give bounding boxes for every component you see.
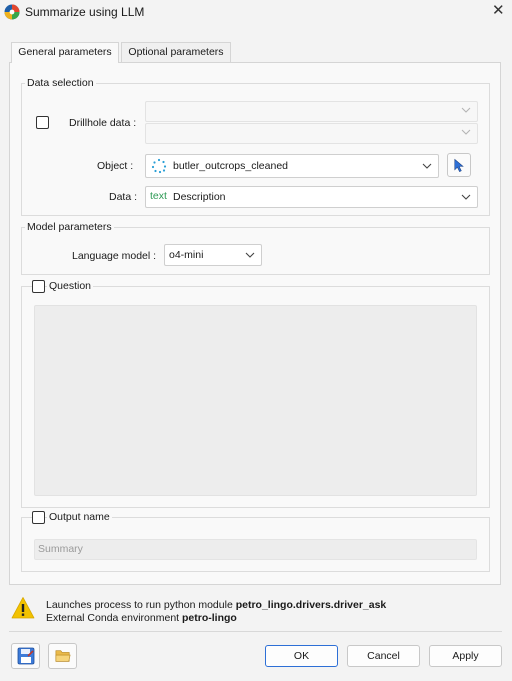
close-icon[interactable]: ✕ [492, 3, 505, 19]
language-model-label: Language model : [72, 250, 157, 262]
question-group: Question [21, 280, 490, 508]
chevron-down-icon [461, 129, 471, 135]
output-name-checkbox[interactable] [32, 511, 45, 524]
object-label: Object : [97, 160, 134, 172]
drillhole-select-1[interactable] [145, 101, 478, 122]
open-folder-button[interactable] [48, 643, 77, 669]
apply-button[interactable]: Apply [429, 645, 502, 667]
output-name-input[interactable]: Summary [34, 539, 477, 560]
save-icon [17, 647, 35, 665]
data-selection-title: Data selection [25, 77, 96, 89]
title-bar: Summarize using LLM ✕ [0, 0, 512, 26]
drillhole-checkbox[interactable] [36, 116, 49, 129]
warning-icon [11, 597, 35, 619]
language-model-value: o4-mini [169, 249, 204, 261]
output-name-label[interactable]: Output name [47, 511, 112, 523]
python-module-name: petro_lingo.drivers.driver_ask [235, 599, 387, 611]
process-info-line1: Launches process to run python module [46, 599, 236, 611]
window-title: Summarize using LLM [25, 5, 145, 19]
chevron-down-icon [461, 194, 471, 200]
data-value: Description [173, 191, 226, 203]
process-info: Launches process to run python module pe… [46, 599, 386, 624]
footer-divider [9, 631, 502, 632]
chevron-down-icon [422, 163, 432, 169]
model-parameters-group: Model parameters Language model : o4-min… [21, 221, 490, 275]
object-select[interactable]: butler_outcrops_cleaned [145, 154, 439, 178]
folder-icon [55, 650, 71, 662]
tab-panel: Data selection Drillhole data : Object :… [9, 62, 501, 585]
process-info-line2: External Conda environment [46, 611, 182, 624]
question-label[interactable]: Question [47, 280, 94, 292]
tab-general-parameters[interactable]: General parameters [11, 42, 119, 63]
question-checkbox[interactable] [32, 280, 45, 293]
point-cloud-icon [151, 158, 167, 174]
chevron-down-icon [245, 252, 255, 258]
text-type-tag: text [150, 190, 167, 202]
data-selection-group: Data selection Drillhole data : Object :… [21, 77, 490, 216]
chevron-down-icon [461, 107, 471, 113]
pick-object-button[interactable] [447, 153, 471, 177]
model-parameters-title: Model parameters [25, 221, 114, 233]
language-model-select[interactable]: o4-mini [164, 244, 262, 266]
tab-optional-parameters[interactable]: Optional parameters [121, 42, 231, 62]
output-name-group: Output name Summary [21, 511, 490, 572]
cancel-button[interactable]: Cancel [347, 645, 420, 667]
question-textarea[interactable] [34, 305, 477, 496]
app-logo-icon [4, 4, 20, 20]
drillhole-select-2[interactable] [145, 123, 478, 144]
save-button[interactable] [11, 643, 40, 669]
drillhole-label: Drillhole data : [69, 117, 137, 129]
data-select[interactable]: text Description [145, 186, 478, 208]
ok-button[interactable]: OK [265, 645, 338, 667]
cursor-pointer-icon [454, 158, 464, 172]
object-value: butler_outcrops_cleaned [173, 160, 288, 172]
data-label: Data : [109, 191, 138, 203]
conda-env-name: petro-lingo [182, 611, 237, 624]
